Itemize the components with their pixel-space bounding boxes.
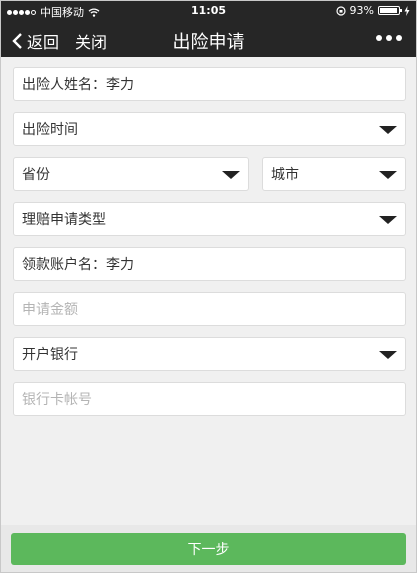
battery-icon xyxy=(378,6,402,15)
card-number-placeholder: 银行卡帐号 xyxy=(22,392,92,408)
app-frame: 中国移动 11:05 93% 返回 关闭 出险申请 出险人姓名：李力 出险时间 … xyxy=(0,0,417,573)
nav-bar: 返回 关闭 出险申请 xyxy=(1,21,416,57)
close-button[interactable]: 关闭 xyxy=(75,29,107,53)
bank-select[interactable]: 开户银行 xyxy=(13,337,406,371)
caret-down-icon xyxy=(379,171,397,179)
chevron-left-icon xyxy=(12,33,22,49)
insured-name-label: 出险人姓名：李力 xyxy=(22,77,134,93)
caret-down-icon xyxy=(379,351,397,359)
back-button[interactable]: 返回 xyxy=(11,29,59,53)
payee-account-name-field[interactable]: 领款账户名：李力 xyxy=(13,247,406,281)
insured-name-field[interactable]: 出险人姓名：李力 xyxy=(13,67,406,101)
incident-time-select[interactable]: 出险时间 xyxy=(13,112,406,146)
payee-account-name-label: 领款账户名：李力 xyxy=(22,257,134,273)
claim-amount-input[interactable]: 申请金额 xyxy=(13,292,406,326)
more-icon[interactable] xyxy=(376,35,402,41)
charging-icon xyxy=(404,5,410,16)
claim-type-select[interactable]: 理赔申请类型 xyxy=(13,202,406,236)
caret-down-icon xyxy=(379,216,397,224)
rotation-lock-icon xyxy=(335,5,346,16)
city-label: 城市 xyxy=(271,167,299,183)
province-label: 省份 xyxy=(22,167,50,183)
battery-fill xyxy=(380,8,397,13)
next-button[interactable]: 下一步 xyxy=(11,533,406,565)
status-bar: 中国移动 11:05 93% xyxy=(1,1,416,21)
card-number-input[interactable]: 银行卡帐号 xyxy=(13,382,406,416)
claim-amount-placeholder: 申请金额 xyxy=(22,302,78,318)
incident-time-label: 出险时间 xyxy=(22,122,78,138)
claim-type-label: 理赔申请类型 xyxy=(22,212,106,228)
caret-down-icon xyxy=(379,126,397,134)
bank-label: 开户银行 xyxy=(22,347,78,363)
city-select[interactable]: 城市 xyxy=(262,157,406,191)
province-select[interactable]: 省份 xyxy=(13,157,249,191)
back-label: 返回 xyxy=(27,33,60,52)
status-bar-right: 93% xyxy=(335,4,410,17)
battery-percent: 93% xyxy=(349,4,374,17)
page-title: 出险申请 xyxy=(172,32,245,53)
caret-down-icon xyxy=(222,171,240,179)
